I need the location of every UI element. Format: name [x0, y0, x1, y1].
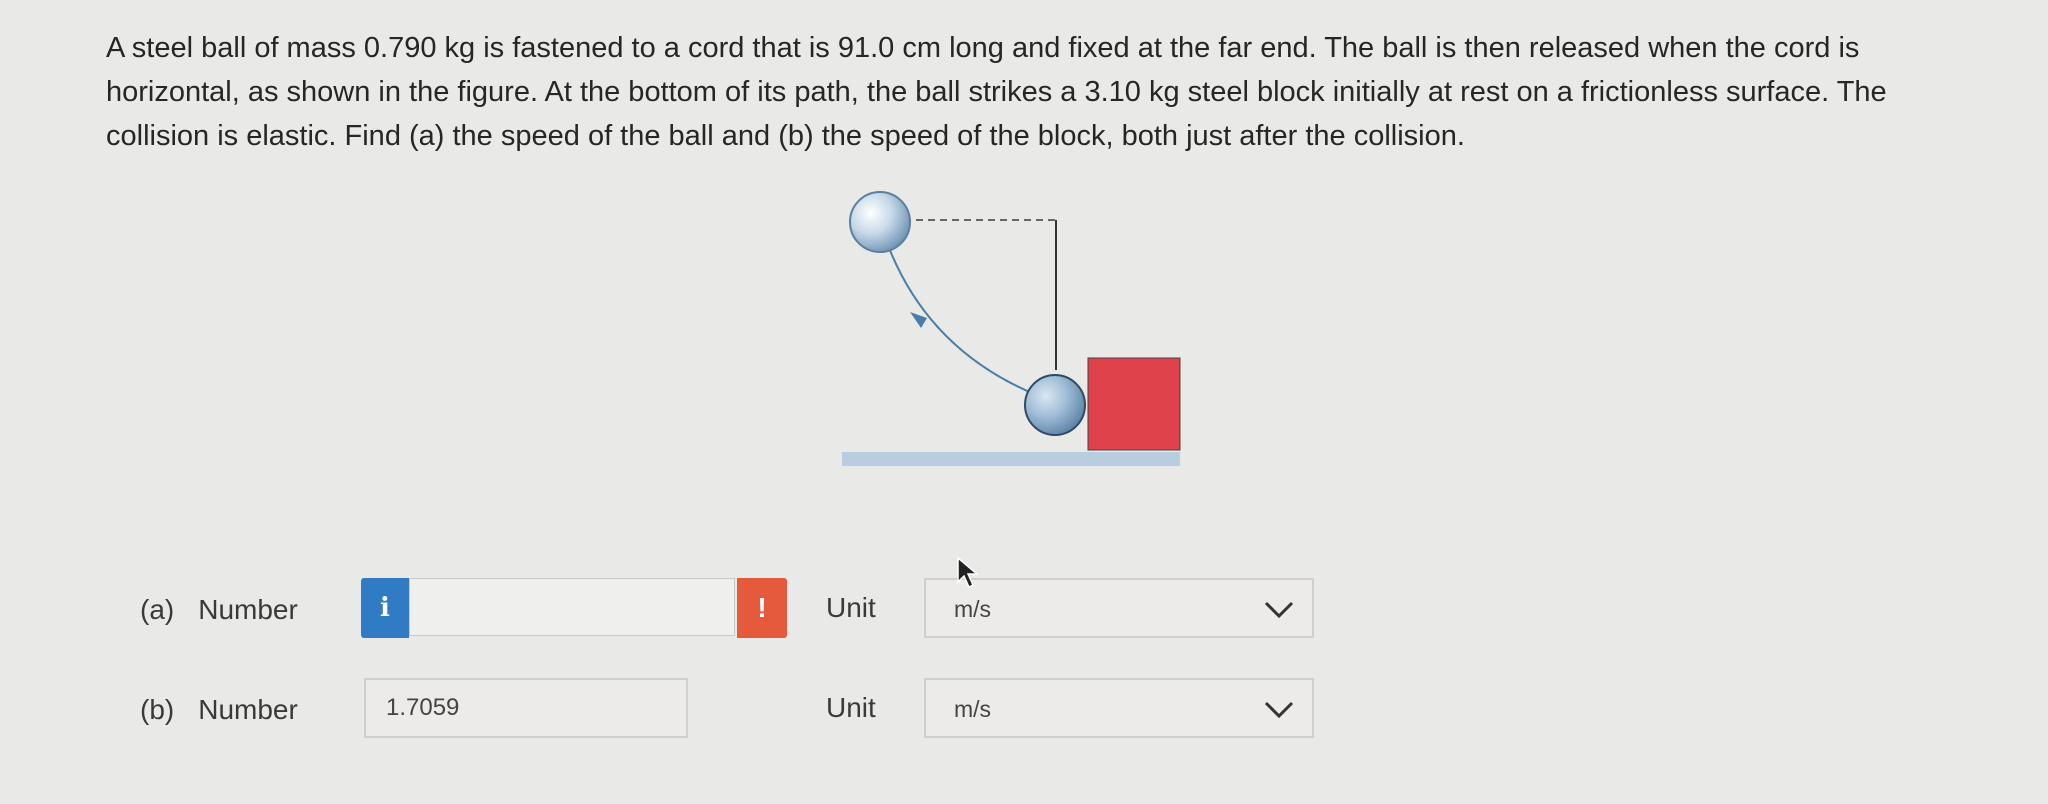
number-label: Number: [198, 694, 298, 725]
part-b-label: (b) Number: [140, 694, 298, 726]
part-letter: (a): [140, 594, 175, 625]
swing-arc: [879, 221, 1056, 403]
unit-value: m/s: [954, 696, 992, 722]
unit-value: m/s: [954, 596, 992, 622]
unit-label-b: Unit: [826, 692, 876, 723]
unit-label-a: Unit: [826, 592, 876, 623]
chevron-down-icon: [1264, 701, 1294, 719]
number-label: Number: [198, 594, 298, 625]
answer-b-input[interactable]: [364, 678, 688, 738]
info-icon[interactable]: i: [361, 578, 409, 638]
unit-select-b[interactable]: m/s: [924, 678, 1314, 738]
chevron-down-icon: [1264, 601, 1294, 619]
part-letter: (b): [140, 694, 175, 725]
part-b-row: (b) Number Unit m/s: [0, 678, 2048, 740]
part-a-row: (a) Number i ! Unit m/s: [0, 578, 2048, 640]
alert-icon[interactable]: !: [737, 578, 787, 638]
ball-bottom: [1024, 374, 1086, 436]
pendulum-figure: [842, 191, 1181, 466]
steel-block: [1087, 357, 1181, 451]
mouse-cursor-icon: [957, 556, 980, 589]
arc-arrow: [910, 312, 927, 328]
problem-statement: A steel ball of mass 0.790 kg is fastene…: [106, 32, 1887, 152]
part-a-label: (a) Number: [140, 594, 298, 626]
floor-surface: [842, 452, 1180, 466]
answer-a-input[interactable]: [409, 578, 735, 636]
unit-select-a[interactable]: m/s: [924, 578, 1314, 638]
ball-initial: [849, 191, 911, 253]
